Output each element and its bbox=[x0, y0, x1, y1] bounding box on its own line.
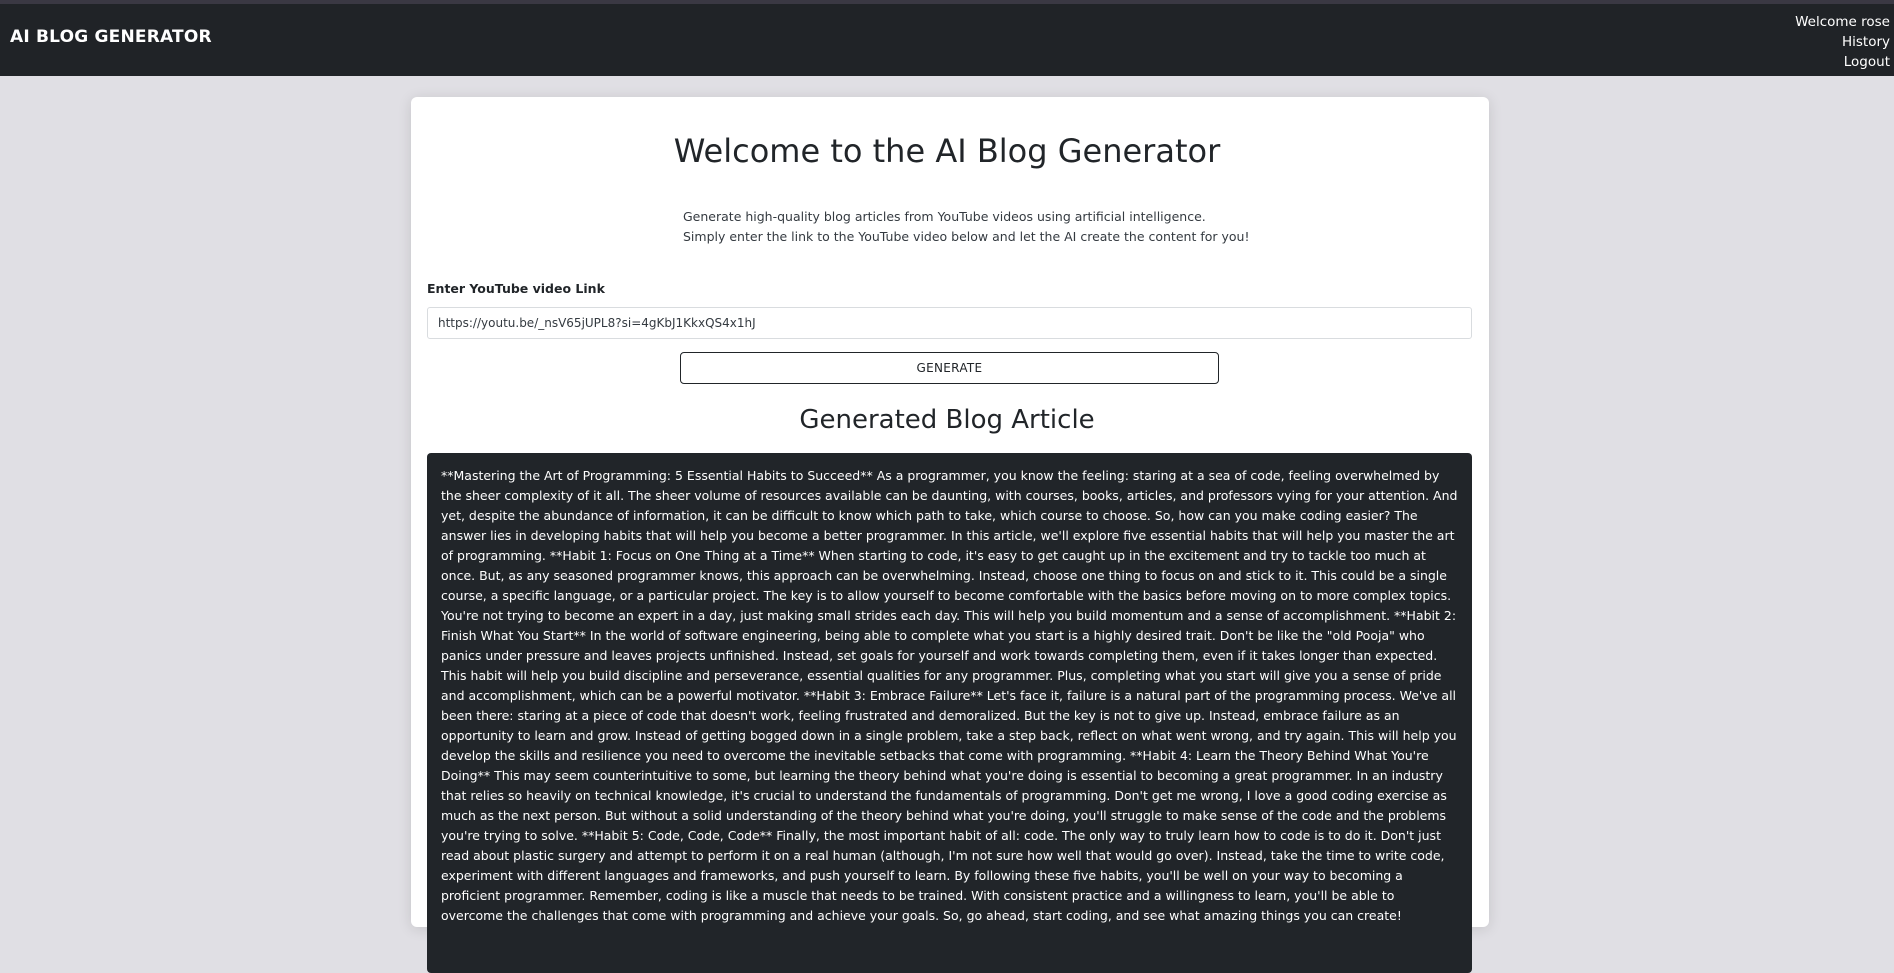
logout-link[interactable]: Logout bbox=[1795, 52, 1890, 72]
nav-links: Welcome rose History Logout bbox=[1795, 12, 1890, 72]
youtube-link-input[interactable] bbox=[427, 307, 1472, 339]
generated-article-content: **Mastering the Art of Programming: 5 Es… bbox=[427, 453, 1472, 973]
page-title: Welcome to the AI Blog Generator bbox=[673, 132, 1221, 170]
page-description: Generate high-quality blog articles from… bbox=[683, 207, 1249, 247]
youtube-link-label: Enter YouTube video Link bbox=[427, 281, 605, 296]
brand-logo[interactable]: AI BLOG GENERATOR bbox=[10, 27, 212, 47]
description-line-2: Simply enter the link to the YouTube vid… bbox=[683, 229, 1250, 244]
welcome-link[interactable]: Welcome rose bbox=[1795, 12, 1890, 32]
navbar: AI BLOG GENERATOR Welcome rose History L… bbox=[0, 0, 1894, 76]
generate-button[interactable]: GENERATE bbox=[680, 352, 1219, 384]
description-line-1: Generate high-quality blog articles from… bbox=[683, 209, 1206, 224]
history-link[interactable]: History bbox=[1795, 32, 1890, 52]
generated-article-heading: Generated Blog Article bbox=[799, 405, 1095, 435]
